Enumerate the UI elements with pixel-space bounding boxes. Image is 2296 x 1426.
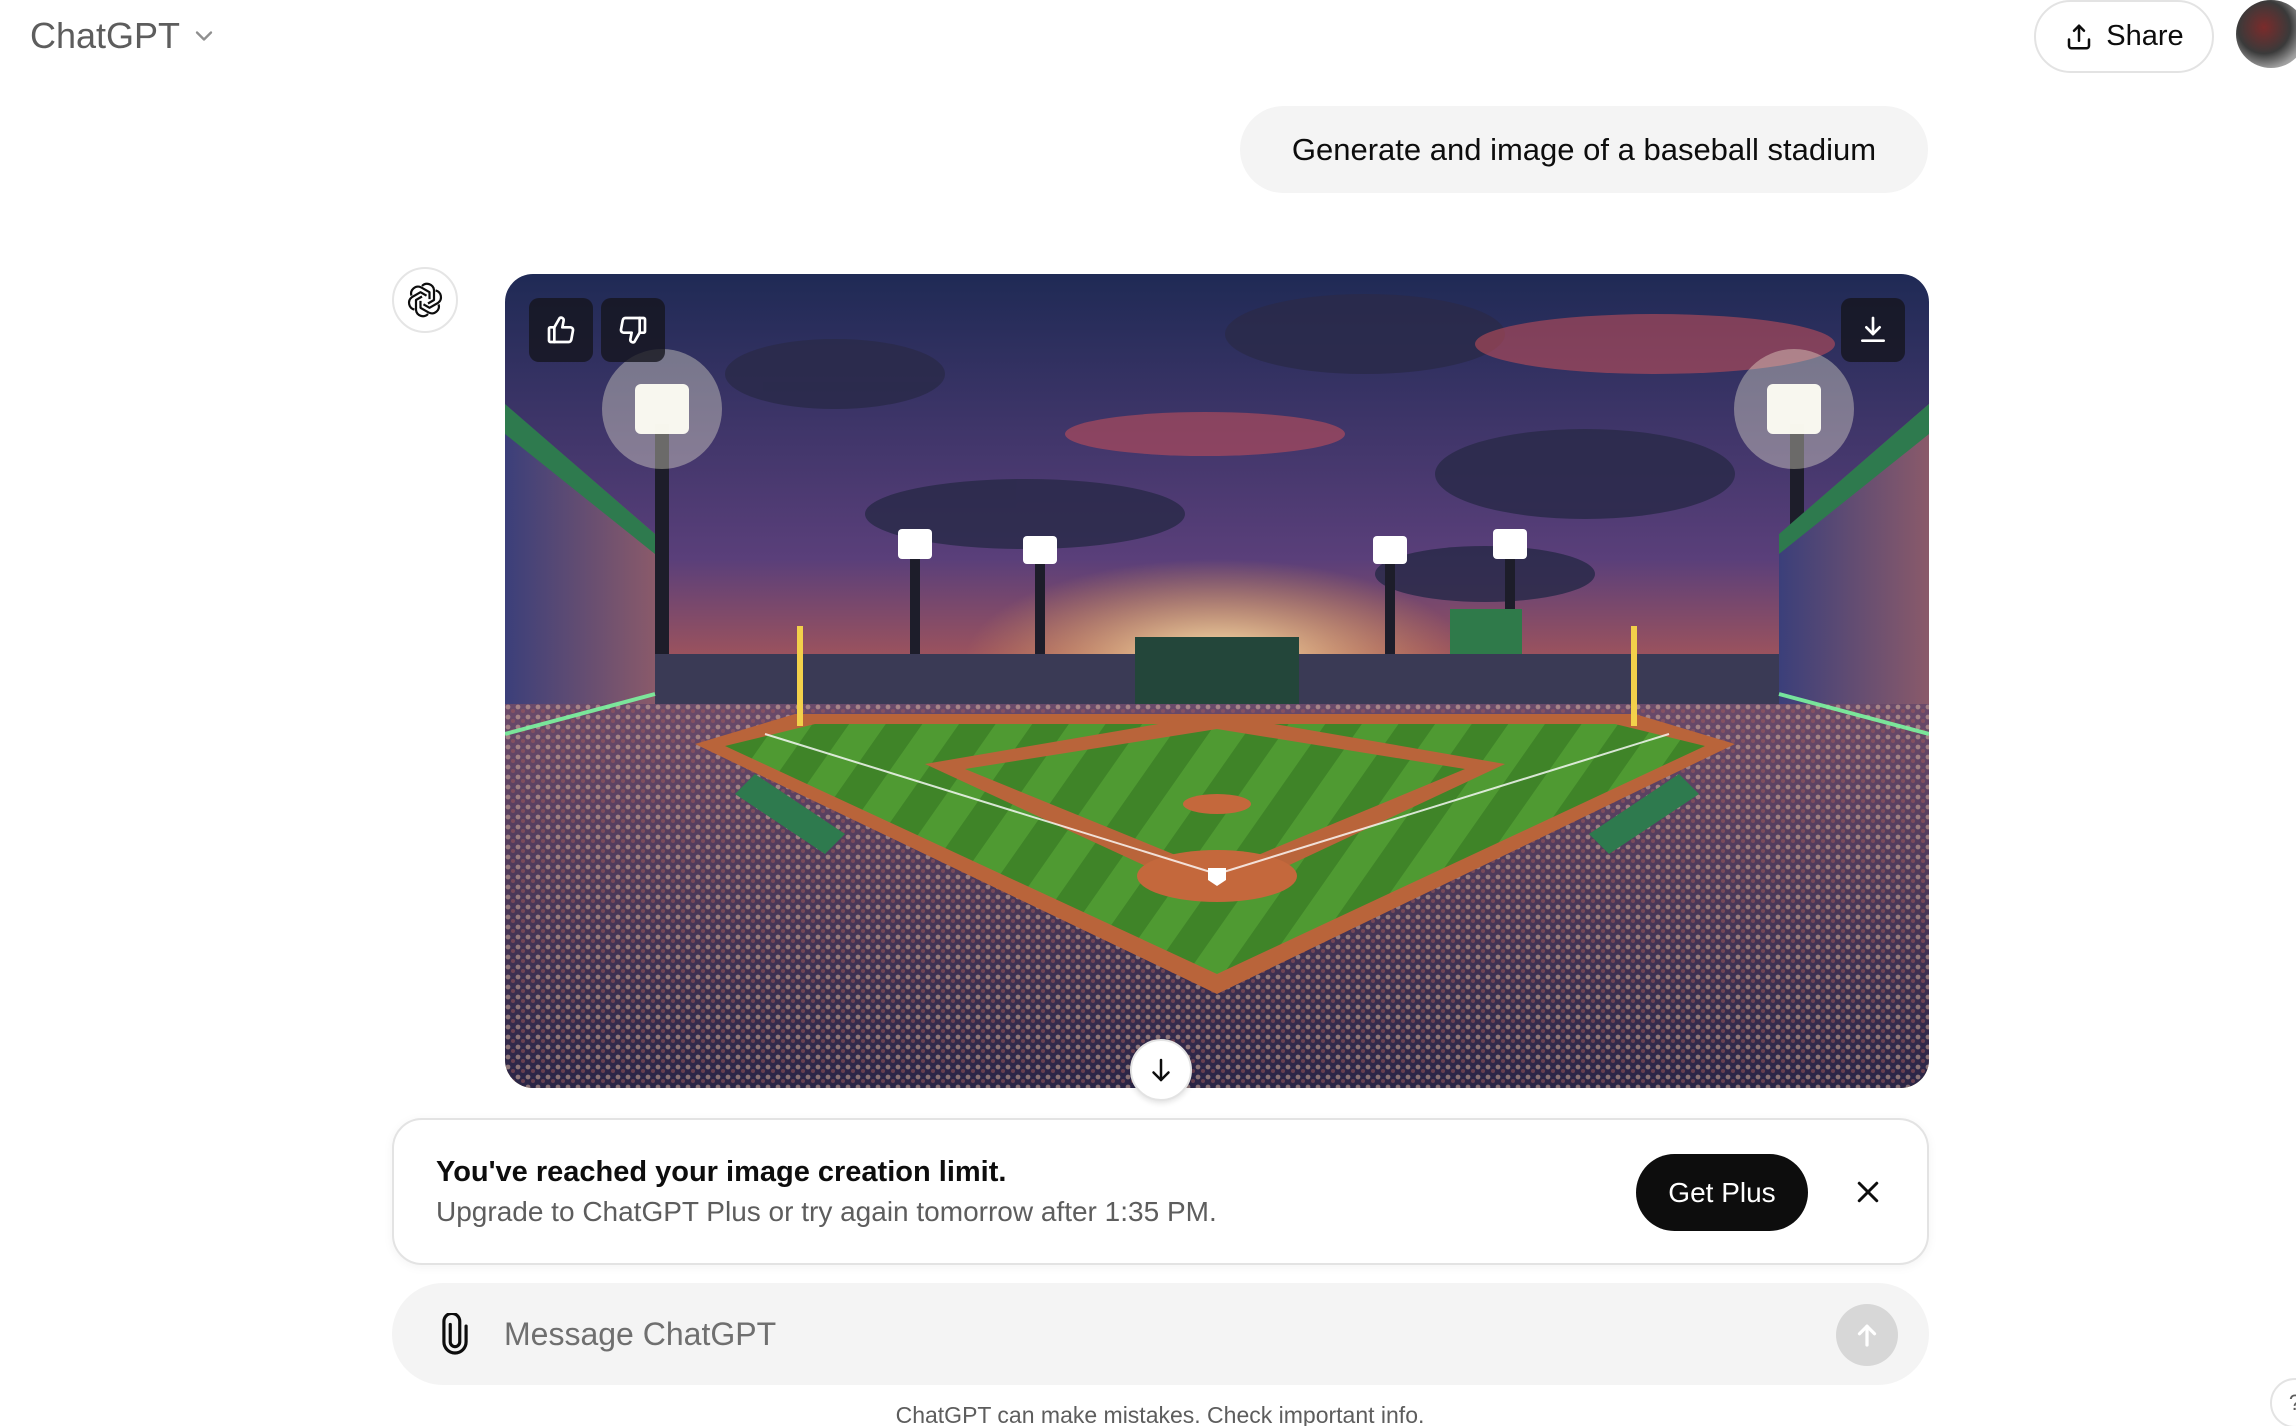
paperclip-icon bbox=[442, 1313, 468, 1355]
generated-image[interactable] bbox=[505, 274, 1929, 1088]
disclaimer-text: ChatGPT can make mistakes. Check importa… bbox=[895, 1402, 1425, 1426]
thumbs-down-icon bbox=[619, 316, 647, 344]
close-icon bbox=[1857, 1181, 1879, 1203]
download-icon bbox=[1861, 316, 1885, 342]
assistant-avatar bbox=[392, 267, 458, 333]
arrow-down-icon bbox=[1152, 1058, 1170, 1082]
banner-title: You've reached your image creation limit… bbox=[436, 1156, 1007, 1188]
scroll-to-bottom-button[interactable] bbox=[1130, 1039, 1192, 1101]
openai-logo-icon bbox=[407, 282, 443, 318]
download-button[interactable] bbox=[1841, 298, 1905, 362]
stadium-illustration bbox=[505, 274, 1929, 1088]
message-input[interactable] bbox=[504, 1305, 1804, 1363]
thumbs-up-icon bbox=[547, 316, 575, 344]
dislike-button[interactable] bbox=[601, 298, 665, 362]
attach-button[interactable] bbox=[432, 1311, 478, 1357]
share-label: Share bbox=[2106, 20, 2184, 52]
app-title: ChatGPT bbox=[30, 15, 181, 56]
share-button[interactable]: Share bbox=[2034, 0, 2214, 73]
share-icon bbox=[2068, 24, 2091, 49]
chevron-down-icon bbox=[195, 31, 213, 41]
message-composer bbox=[392, 1283, 1929, 1385]
send-button[interactable] bbox=[1836, 1304, 1898, 1366]
banner-subtitle: Upgrade to ChatGPT Plus or try again tom… bbox=[436, 1196, 1217, 1227]
arrow-up-icon bbox=[1857, 1324, 1877, 1347]
user-message-text: Generate and image of a baseball stadium bbox=[1291, 131, 1877, 167]
model-switcher[interactable]: ChatGPT bbox=[24, 10, 224, 62]
user-message: Generate and image of a baseball stadium bbox=[1240, 106, 1928, 193]
like-button[interactable] bbox=[529, 298, 593, 362]
close-banner-button[interactable] bbox=[1848, 1172, 1888, 1212]
image-limit-banner: You've reached your image creation limit… bbox=[392, 1118, 1929, 1265]
user-avatar[interactable] bbox=[2236, 0, 2296, 68]
get-plus-button[interactable]: Get Plus bbox=[1636, 1154, 1808, 1231]
